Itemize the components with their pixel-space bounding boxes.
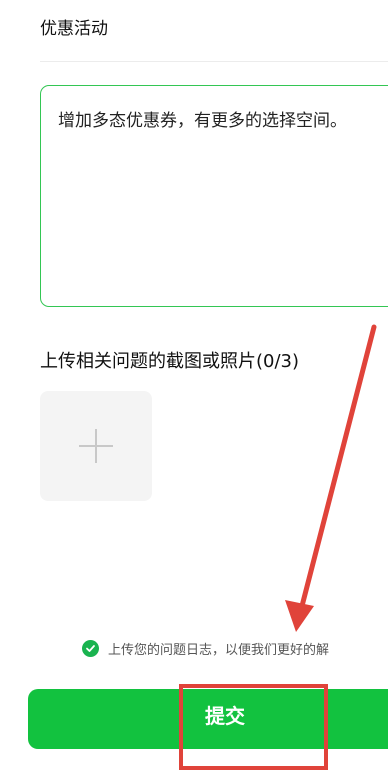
check-circle-icon[interactable] (82, 639, 99, 657)
upload-title: 上传相关问题的截图或照片(0/3) (40, 351, 300, 372)
plus-icon (79, 429, 113, 463)
divider (40, 61, 388, 62)
annotation-highlight-box (179, 684, 328, 770)
consent-label: 上传您的问题日志，以便我们更好的解 (108, 642, 330, 658)
upload-log-consent[interactable]: 上传您的问题日志，以便我们更好的解 (82, 637, 329, 659)
feedback-textarea[interactable]: 增加多态优惠券，有更多的选择空间。 (40, 85, 388, 307)
section-title: 优惠活动 (40, 19, 108, 39)
feedback-page: 优惠活动 增加多态优惠券，有更多的选择空间。 上传相关问题的截图或照片(0/3)… (0, 0, 388, 776)
feedback-text: 增加多态优惠券，有更多的选择空间。 (58, 111, 347, 131)
add-screenshot-button[interactable] (40, 391, 152, 501)
